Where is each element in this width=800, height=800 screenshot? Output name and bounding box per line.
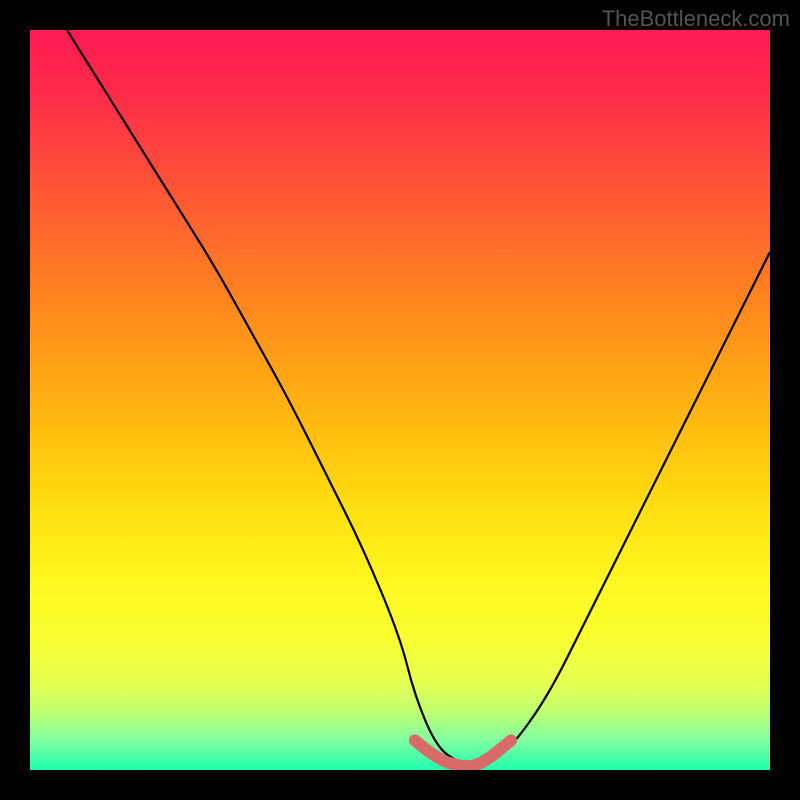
chart-container: TheBottleneck.com (0, 0, 800, 800)
chart-svg (30, 30, 770, 770)
bottleneck-curve (67, 30, 770, 768)
plot-area (30, 30, 770, 770)
watermark-text: TheBottleneck.com (602, 6, 790, 32)
optimal-range-highlight (415, 740, 511, 766)
